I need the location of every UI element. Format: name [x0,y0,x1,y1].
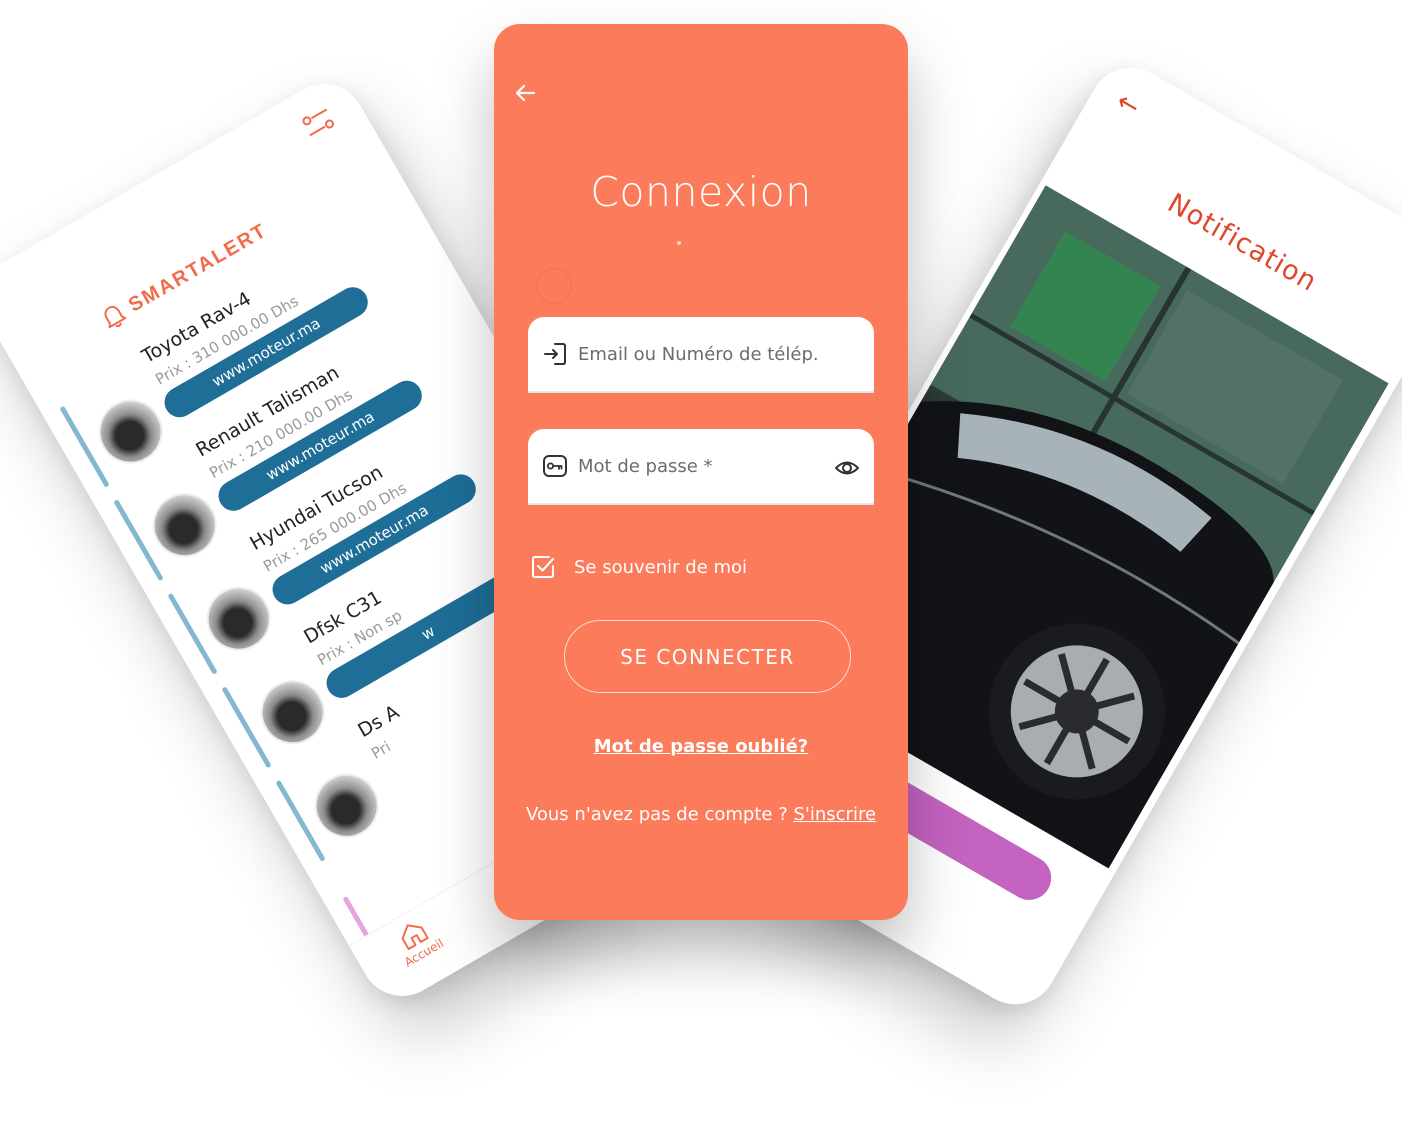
password-input[interactable] [578,455,818,477]
forgot-password-link[interactable]: Mot de passe oublié? [494,736,908,757]
bell-icon [104,305,127,329]
eye-icon[interactable] [834,455,860,481]
login-screen: Connexion Email ou Numéro de télép... Se… [494,24,908,920]
remember-me-label: Se souvenir de moi [574,556,748,578]
arrow-left-icon[interactable] [514,82,536,104]
decorative-circle [536,268,572,304]
no-account-text: Vous n'avez pas de compte ? [525,804,788,825]
email-input[interactable] [578,343,818,365]
app-showcase: SMARTALERT Toyota Rav-4 Prix : 310 000.0… [0,0,1402,1138]
login-button[interactable]: SE CONNECTER [564,620,851,693]
decorative-dot [677,241,681,245]
nav-home[interactable]: Accueil [388,912,446,970]
checkbox-checked-icon[interactable] [530,554,556,580]
email-field[interactable] [528,317,874,393]
remember-me[interactable]: Se souvenir de moi [530,554,747,580]
arrow-left-icon[interactable]: ← [1111,86,1145,123]
key-icon [543,455,567,477]
signup-link[interactable]: S'inscrire [793,804,876,825]
password-field[interactable] [528,429,874,505]
page-title: Connexion [590,168,812,216]
car-price: Pri [368,737,394,763]
signup-row: Vous n'avez pas de compte ? S'inscrire [494,804,908,825]
car-thumbnail [302,762,391,850]
sliders-icon[interactable] [299,105,338,143]
login-icon [544,343,566,365]
